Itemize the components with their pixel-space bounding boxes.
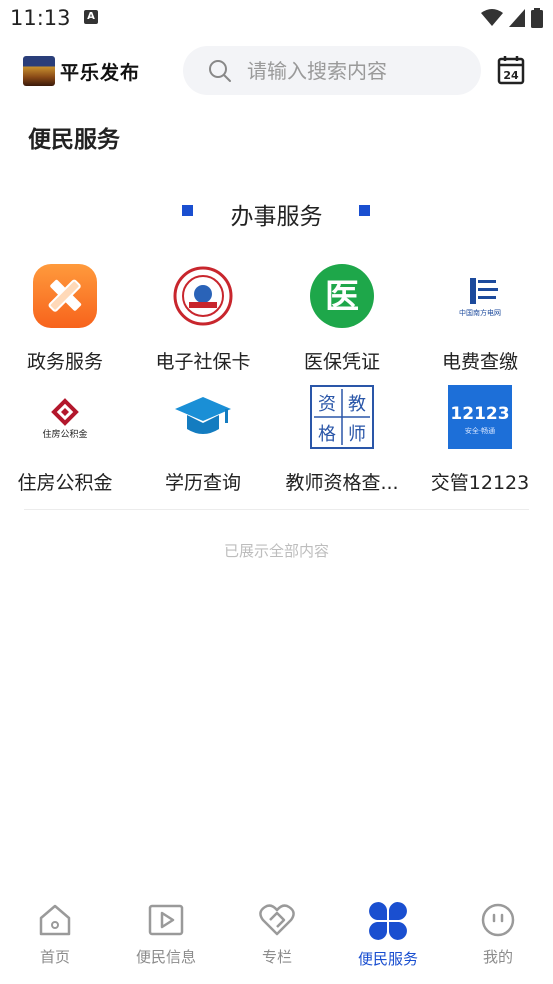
service-label: 政务服务 — [26, 351, 103, 373]
calendar-day: 24 — [503, 69, 519, 82]
service-label: 医保凭证 — [303, 351, 380, 373]
section-right-marker — [359, 205, 370, 216]
service-label: 教师资格查... — [285, 472, 399, 494]
tab-home[interactable]: 首页 — [0, 894, 110, 967]
tab-bianmin-info[interactable]: 便民信息 — [111, 894, 221, 967]
medical-insurance-icon: 医 — [310, 264, 374, 328]
tab-label: 便民服务 — [357, 950, 418, 968]
page-title: 便民服务 — [28, 127, 120, 153]
search-bar[interactable] — [183, 46, 481, 95]
smiley-icon — [481, 903, 515, 937]
search-input[interactable] — [245, 54, 469, 88]
svg-text:资: 资 — [318, 394, 336, 415]
pencil-ruler-icon — [33, 264, 97, 328]
heart-icon — [259, 904, 295, 936]
service-label: 学历查询 — [164, 472, 241, 494]
search-icon — [209, 60, 231, 82]
svg-text:12123: 12123 — [450, 404, 509, 424]
svg-text:格: 格 — [318, 424, 336, 445]
tab-label: 我的 — [482, 948, 513, 966]
svg-text:医: 医 — [325, 277, 359, 317]
status-time: 11:13 — [10, 6, 71, 30]
china-southern-grid-icon: 中国南方电网 — [459, 278, 501, 317]
teacher-cert-icon: 资 教 格 师 — [310, 385, 374, 449]
svg-text:师: 师 — [348, 424, 366, 445]
svg-text:住房公积金: 住房公积金 — [42, 428, 87, 440]
tab-mine[interactable]: 我的 — [443, 894, 553, 967]
service-label: 电费查缴 — [441, 351, 518, 373]
tab-label: 首页 — [39, 948, 70, 966]
section-title: 办事服务 — [230, 204, 323, 230]
tab-zhuanlan[interactable]: 专栏 — [222, 894, 332, 967]
home-icon — [39, 904, 71, 936]
app-logo — [23, 56, 55, 86]
battery-icon — [531, 8, 543, 28]
traffic-12123-icon: 12123 安全·畅通 — [448, 385, 512, 449]
four-petal-icon — [369, 902, 407, 940]
app-header: 平乐发布 24 — [0, 44, 553, 98]
service-label: 电子社保卡 — [155, 351, 251, 373]
notification-a-icon: A — [84, 10, 98, 24]
video-play-icon — [148, 904, 184, 936]
wifi-icon — [481, 9, 503, 26]
graduation-cap-icon — [175, 397, 231, 434]
service-label: 住房公积金 — [17, 472, 113, 494]
tab-bianmin-service[interactable]: 便民服务 — [333, 894, 443, 969]
tab-label: 便民信息 — [135, 948, 196, 966]
social-security-seal-icon — [173, 266, 233, 326]
divider — [24, 509, 529, 510]
housing-fund-icon: 住房公积金 — [42, 398, 88, 440]
service-label: 交管12123 — [430, 472, 530, 494]
signal-icon — [509, 9, 525, 27]
bottom-tab-bar: 首页 便民信息 专栏 便民服务 我的 — [0, 894, 553, 984]
tab-label: 专栏 — [261, 948, 292, 966]
calendar-icon[interactable]: 24 — [497, 55, 525, 85]
brand-title: 平乐发布 — [60, 62, 141, 84]
status-bar: 11:13 A — [0, 0, 553, 36]
svg-text:教: 教 — [348, 394, 366, 415]
end-of-content-note: 已展示全部内容 — [223, 542, 329, 560]
svg-text:安全·畅通: 安全·畅通 — [465, 426, 495, 435]
system-icons — [481, 8, 543, 28]
svg-text:中国南方电网: 中国南方电网 — [459, 308, 501, 317]
